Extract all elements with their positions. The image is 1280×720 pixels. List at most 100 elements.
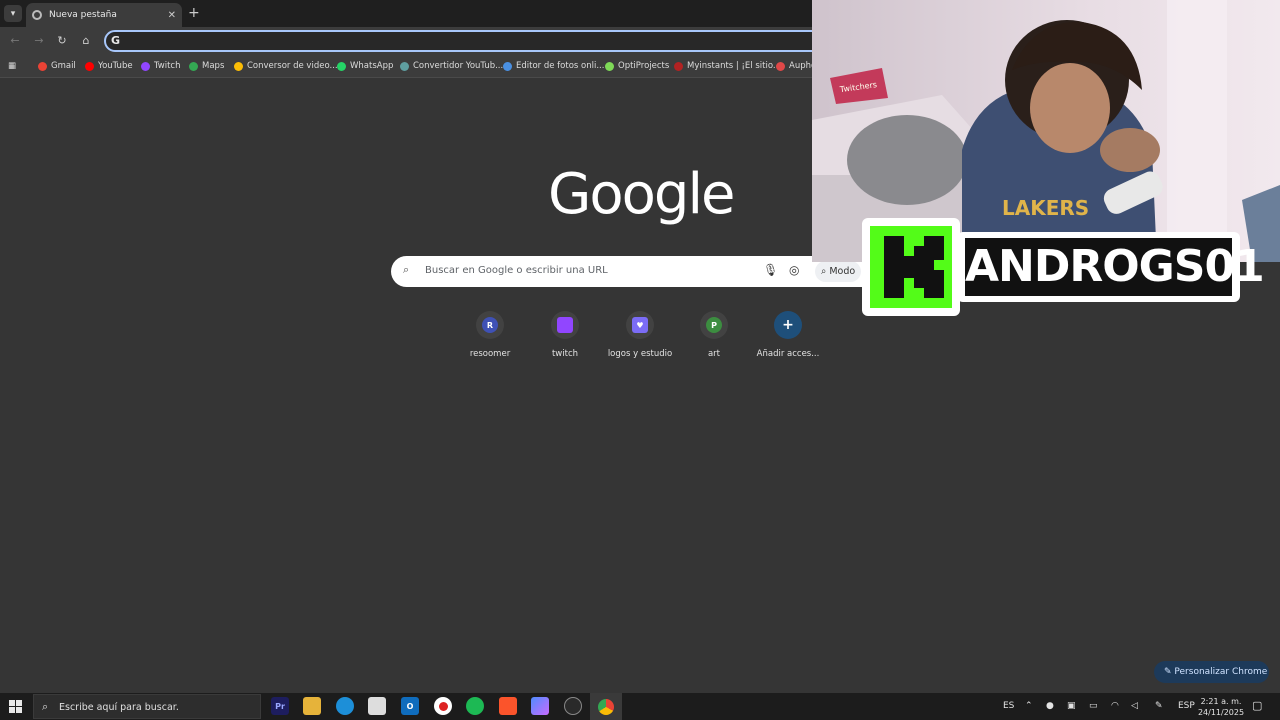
clock-date: 24/11/2025 [1197,708,1245,717]
shortcut-tile: R [476,311,504,339]
volume-icon[interactable]: ◁ [1131,701,1138,711]
obs-icon[interactable] [564,697,582,715]
bookmark-myinstants[interactable]: Myinstants | ¡El sitio... [674,61,781,71]
taskbar: ⌕ Escribe aquí para buscar. Pr O ES ⌃ ● … [0,693,1280,720]
resoomer-icon: R [482,317,498,333]
shortcut-logos-y-estudio[interactable]: ♥ logos y estudio [603,311,677,359]
shortcut-label: twitch [551,349,579,359]
clock-time: 2:21 a. m. [1200,697,1242,706]
edge-icon[interactable] [336,697,354,715]
bookmark-twitch[interactable]: Twitch [141,61,181,71]
myinstants-icon [674,61,683,71]
streamer-name-frame: ANDROGS01 [957,232,1265,302]
photo-editor-icon [503,61,512,71]
ai-mode-button[interactable]: ⌕ Modo [815,261,862,282]
chevron-up-icon[interactable]: ⌃ [1025,701,1033,711]
shortcut-label: Añadir acces... [756,349,820,359]
bookmark-photo-editor[interactable]: Editor de fotos onli... [503,61,604,71]
file-explorer-icon[interactable] [303,697,321,715]
chrome-taskbar-button[interactable] [590,693,622,720]
google-logo: Google [548,162,735,227]
shortcut-resoomer[interactable]: R resoomer [453,311,527,359]
shortcut-tile [551,311,579,339]
lens-icon[interactable]: ◎ [789,263,799,277]
notification-icon[interactable]: ▢ [1252,699,1262,712]
taskbar-search-text: Escribe aquí para buscar. [59,702,179,713]
copilot-icon[interactable] [531,697,549,715]
input-language[interactable]: ES [1003,701,1014,711]
plus-icon: + [782,317,794,333]
search-icon: ⌕ [403,263,410,276]
apps-icon[interactable]: ▦ [8,61,16,71]
shortcut-label: art [707,349,721,359]
art-icon: P [706,317,722,333]
system-clock[interactable]: 2:21 a. m. 24/11/2025 [1196,696,1246,718]
keyboard-language[interactable]: ESP [1178,701,1195,711]
kick-logo: K [870,226,952,308]
toolbar: ← → ↻ ⌂ G [0,27,824,56]
outlook-icon[interactable]: O [401,697,419,715]
kick-icon [870,226,952,308]
shortcut-art[interactable]: P art [677,311,751,359]
maps-icon [189,61,198,71]
brave-icon[interactable] [499,697,517,715]
tab-strip: ▾ Nueva pestaña ✕ + [0,0,812,27]
chevron-down-icon: ▾ [10,8,16,19]
search-input[interactable]: ⌕ Buscar en Google o escribir una URL 🎙 … [391,256,881,287]
tab-search-button[interactable]: ▾ [4,5,22,22]
microphone-icon[interactable]: ● [1046,701,1054,711]
windows-start-icon[interactable] [9,700,22,713]
spotify-icon[interactable] [466,697,484,715]
shortcut-label: logos y estudio [607,349,673,359]
add-shortcut-button[interactable]: + Añadir acces... [751,311,825,359]
pen-icon[interactable]: ✎ [1155,701,1163,711]
streamer-badge: K ANDROGS01 [862,218,1265,316]
customize-chrome-button[interactable]: ✎ Personalizar Chrome [1154,661,1269,683]
display-icon[interactable]: ▣ [1067,701,1076,711]
tab-title: Nueva pestaña [49,10,117,20]
svg-text:LAKERS: LAKERS [1002,196,1089,220]
bookmark-aupho[interactable]: Aupho [776,61,812,71]
chrome-icon [598,698,614,715]
close-icon[interactable]: ✕ [168,10,176,21]
bookmark-youtube[interactable]: YouTube [85,61,133,71]
premiere-icon[interactable]: Pr [271,697,289,715]
shortcut-label: resoomer [469,349,511,359]
new-tab-button[interactable]: + [188,5,200,21]
shortcut-tile: + [774,311,802,339]
bookmark-whatsapp[interactable]: WhatsApp [337,61,393,71]
bookmark-maps[interactable]: Maps [189,61,224,71]
gmail-icon [38,61,47,71]
twitch-icon [557,317,573,333]
reload-icon[interactable]: ↻ [55,34,69,47]
tab-new-tab[interactable]: Nueva pestaña ✕ [26,3,182,27]
forward-icon[interactable]: → [32,34,46,47]
optiprojects-icon [605,61,614,71]
converter-icon [400,61,409,71]
search-icon: ⌕ [42,700,49,713]
youtube-icon [85,61,94,71]
twitch-icon [141,61,150,71]
bookmark-gmail[interactable]: Gmail [38,61,76,71]
battery-icon[interactable]: ▭ [1089,701,1098,711]
bookmark-video-converter[interactable]: Conversor de video... [234,61,338,71]
omnibox[interactable]: G [104,30,824,52]
wifi-icon[interactable]: ◠ [1111,701,1119,711]
home-icon[interactable]: ⌂ [79,34,93,47]
taskbar-search-input[interactable]: ⌕ Escribe aquí para buscar. [33,694,261,719]
bookmark-youtube-converter[interactable]: Convertidor YouTub... [400,61,503,71]
shortcut-tile: ♥ [626,311,654,339]
streamer-name: ANDROGS01 [965,238,1265,296]
bookmark-optiprojects[interactable]: OptiProjects [605,61,669,71]
chrome-icon [32,10,42,20]
heart-icon: ♥ [632,317,648,333]
store-icon[interactable] [368,697,386,715]
kick-logo-frame: K [862,218,960,316]
bookmarks-bar: ▦ Gmail YouTube Twitch Maps Conversor de… [0,56,812,78]
record-icon[interactable] [434,697,452,715]
back-icon[interactable]: ← [8,34,22,47]
microphone-icon[interactable]: 🎙 [763,263,778,277]
shortcut-twitch[interactable]: twitch [528,311,602,359]
aupho-icon [776,61,785,71]
whatsapp-icon [337,61,346,71]
